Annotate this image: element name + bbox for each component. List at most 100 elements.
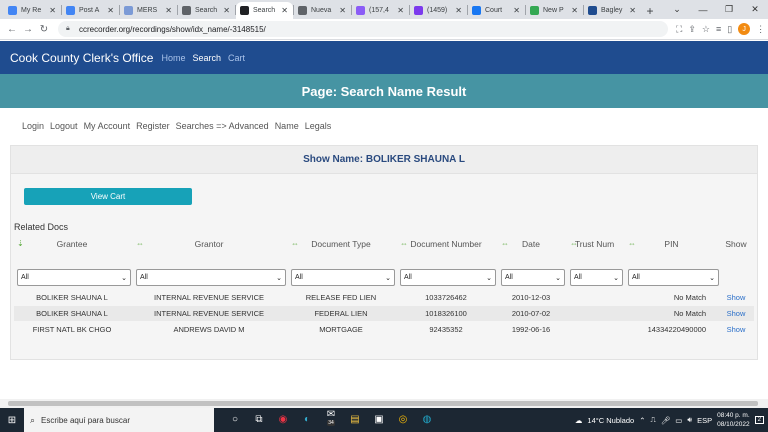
cortana-icon[interactable]: ○ bbox=[228, 414, 242, 425]
close-window-button[interactable]: ✕ bbox=[742, 0, 768, 19]
browser-tab[interactable]: Court ✕ bbox=[468, 2, 525, 19]
browser-tab[interactable]: (1459) ✕ bbox=[410, 2, 467, 19]
subnav-name[interactable]: Name bbox=[275, 121, 299, 131]
browser-tab[interactable]: Search ✕ bbox=[178, 2, 235, 19]
subnav-legals[interactable]: Legals bbox=[305, 121, 332, 131]
browser-tab[interactable]: Search ✕ bbox=[236, 2, 293, 19]
tab-close-icon[interactable]: ✕ bbox=[513, 6, 520, 15]
weather-text[interactable]: 14°C Nublado bbox=[587, 416, 634, 425]
site-brand[interactable]: Cook County Clerk's Office bbox=[10, 51, 153, 65]
column-header-document-type[interactable]: ⇔ Document Type bbox=[288, 235, 394, 252]
subnav-my-account[interactable]: My Account bbox=[84, 121, 131, 131]
nav-search[interactable]: Search bbox=[192, 53, 221, 63]
subnav-logout[interactable]: Logout bbox=[50, 121, 78, 131]
tab-close-icon[interactable]: ✕ bbox=[397, 6, 404, 15]
tray-expand-icon[interactable]: ⌃ bbox=[639, 416, 645, 425]
subnav-login[interactable]: Login bbox=[22, 121, 44, 131]
filter-select-grantee[interactable]: All ⌄ bbox=[17, 269, 131, 286]
browser-tab[interactable]: (157,4 ✕ bbox=[352, 2, 409, 19]
windows-start-icon[interactable]: ⊞ bbox=[0, 408, 24, 432]
mail-icon[interactable]: ✉34 bbox=[324, 409, 338, 431]
sort-neutral-icon[interactable]: ⇔ bbox=[136, 239, 144, 248]
nav-home[interactable]: Home bbox=[161, 53, 185, 63]
tab-close-icon[interactable]: ✕ bbox=[339, 6, 346, 15]
menu-kebab-icon[interactable]: ⋮ bbox=[756, 24, 765, 35]
column-header-grantee[interactable]: ⇣ Grantee bbox=[14, 235, 130, 252]
browser-tab[interactable]: My Re ✕ bbox=[4, 2, 61, 19]
horizontal-scrollbar[interactable] bbox=[0, 399, 768, 408]
filter-select-pin[interactable]: All ⌄ bbox=[628, 269, 719, 286]
filter-select-document-number[interactable]: All ⌄ bbox=[400, 269, 496, 286]
table-row[interactable]: BOLIKER SHAUNA L INTERNAL REVENUE SERVICE… bbox=[14, 290, 754, 305]
filter-select-grantor[interactable]: All ⌄ bbox=[136, 269, 286, 286]
weather-icon[interactable]: ☁ bbox=[575, 416, 583, 425]
filter-select-trust-num[interactable]: All ⌄ bbox=[570, 269, 623, 286]
table-row[interactable]: BOLIKER SHAUNA L INTERNAL REVENUE SERVICE… bbox=[14, 306, 754, 321]
column-header-document-number[interactable]: ⇔ Document Number bbox=[397, 235, 495, 252]
chat-app-icon[interactable]: ◍ bbox=[420, 414, 434, 425]
clock[interactable]: 08:40 p. m. 08/10/2022 bbox=[717, 411, 750, 429]
browser-tab[interactable]: New P ✕ bbox=[526, 2, 583, 19]
monitor-icon[interactable]: ▭ bbox=[675, 416, 682, 425]
bookmark-star-icon[interactable]: ☆ bbox=[702, 24, 710, 35]
tab-close-icon[interactable]: ✕ bbox=[455, 6, 462, 15]
sort-neutral-icon[interactable]: ⇔ bbox=[400, 239, 408, 248]
forward-icon[interactable]: → bbox=[20, 24, 36, 35]
notification-icon[interactable]: 2 bbox=[754, 416, 764, 424]
column-header-date[interactable]: ⇔ Date bbox=[498, 235, 564, 252]
store-icon[interactable]: ▣ bbox=[372, 414, 386, 425]
translate-icon[interactable]: ⛶ bbox=[676, 24, 682, 35]
tab-close-icon[interactable]: ✕ bbox=[165, 6, 172, 15]
filter-select-document-type[interactable]: All ⌄ bbox=[291, 269, 395, 286]
view-cart-button[interactable]: View Cart bbox=[24, 188, 192, 205]
subnav-searches-advanced[interactable]: Searches => Advanced bbox=[176, 121, 269, 131]
reload-icon[interactable]: ↻ bbox=[36, 24, 52, 35]
language-indicator[interactable]: ESP bbox=[697, 416, 712, 425]
maximize-button[interactable]: ❐ bbox=[716, 0, 742, 19]
nav-cart[interactable]: Cart bbox=[228, 53, 245, 63]
network-icon[interactable]: ⎍ bbox=[650, 415, 655, 425]
volume-icon[interactable]: 🔊︎ bbox=[687, 415, 692, 425]
sort-neutral-icon[interactable]: ⇔ bbox=[628, 239, 636, 248]
sort-neutral-icon[interactable]: ⇔ bbox=[501, 239, 509, 248]
tab-close-icon[interactable]: ✕ bbox=[223, 6, 230, 15]
url-field[interactable]: 🔒︎ ccrecorder.org/recordings/show/idx_na… bbox=[58, 21, 668, 37]
chrome-icon[interactable]: ◎ bbox=[396, 414, 410, 425]
new-tab-button[interactable]: + bbox=[641, 2, 659, 19]
minimize-button[interactable]: — bbox=[690, 0, 716, 19]
mic-icon[interactable]: 🎤︎ bbox=[661, 416, 671, 425]
browser-tab[interactable]: Bagley ✕ bbox=[584, 2, 641, 19]
browser-tab[interactable]: Nueva ✕ bbox=[294, 2, 351, 19]
column-header-show[interactable]: Show bbox=[721, 235, 751, 252]
show-link[interactable]: Show bbox=[721, 290, 751, 305]
profile-avatar[interactable]: J bbox=[738, 23, 751, 35]
sort-down-icon[interactable]: ⇣ bbox=[17, 239, 24, 248]
tab-search-icon[interactable]: ⌄ bbox=[664, 0, 690, 19]
browser-tab[interactable]: Post A ✕ bbox=[62, 2, 119, 19]
table-row[interactable]: FIRST NATL BK CHGO ANDREWS DAVID M MORTGAG… bbox=[14, 322, 754, 337]
column-header-grantor[interactable]: ⇔ Grantor bbox=[133, 235, 285, 252]
tab-close-icon[interactable]: ✕ bbox=[49, 6, 56, 15]
column-header-trust-num[interactable]: ⇔ Trust Num bbox=[567, 235, 622, 252]
reading-list-icon[interactable]: ≡ bbox=[716, 24, 721, 34]
file-explorer-icon[interactable]: ▤ bbox=[348, 414, 362, 425]
sidepanel-icon[interactable]: ▯ bbox=[727, 24, 732, 35]
subnav-register[interactable]: Register bbox=[136, 121, 170, 131]
edge-icon[interactable]: ◐ bbox=[300, 414, 314, 425]
column-header-pin[interactable]: ⇔ PIN bbox=[625, 235, 718, 252]
share-icon[interactable]: ⇪ bbox=[688, 24, 696, 35]
task-view-icon[interactable]: ⧉ bbox=[252, 414, 266, 425]
taskbar-search[interactable]: ⌕ Escribe aquí para buscar bbox=[24, 408, 214, 432]
show-link[interactable]: Show bbox=[721, 306, 751, 321]
browser-tab[interactable]: MERS ✕ bbox=[120, 2, 177, 19]
filter-select-date[interactable]: All ⌄ bbox=[501, 269, 565, 286]
back-icon[interactable]: ← bbox=[4, 24, 20, 35]
show-link[interactable]: Show bbox=[721, 322, 751, 337]
sort-neutral-icon[interactable]: ⇔ bbox=[570, 239, 578, 248]
sort-neutral-icon[interactable]: ⇔ bbox=[291, 239, 299, 248]
security-app-icon[interactable]: ◉ bbox=[276, 414, 290, 425]
tab-close-icon[interactable]: ✕ bbox=[629, 6, 636, 15]
tab-close-icon[interactable]: ✕ bbox=[281, 6, 288, 15]
tab-close-icon[interactable]: ✕ bbox=[107, 6, 114, 15]
scrollbar-thumb[interactable] bbox=[8, 401, 758, 406]
